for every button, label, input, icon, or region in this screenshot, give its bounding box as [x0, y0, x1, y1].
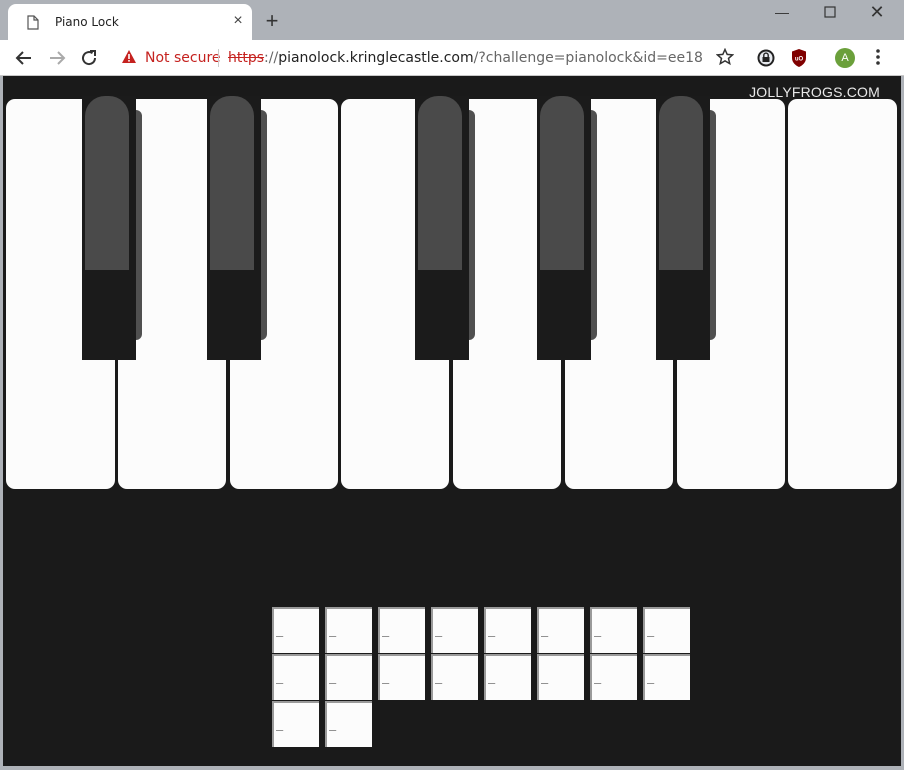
black-key-shadow [469, 110, 475, 340]
code-cell: _ [643, 607, 690, 653]
code-cell-value: _ [488, 670, 496, 684]
code-cell-value: _ [329, 670, 337, 684]
black-key[interactable] [415, 96, 475, 360]
brand-link[interactable]: JOLLYFROGS.COM [749, 84, 880, 100]
black-key-face [85, 96, 129, 270]
code-cell-value: _ [435, 623, 443, 637]
close-window-icon[interactable]: ✕ [855, 2, 899, 22]
code-cell-value: _ [329, 717, 337, 731]
black-key[interactable] [207, 96, 267, 360]
code-cell: _ [378, 654, 425, 700]
ublock-icon[interactable]: uO [789, 48, 809, 68]
profile-avatar[interactable]: A [835, 48, 855, 68]
code-cell-value: _ [329, 623, 337, 637]
piano-lock-page: JOLLYFROGS.COM _ _ _ _ _ _ _ _ _ _ _ _ _… [3, 76, 901, 766]
code-cell-value: _ [594, 670, 602, 684]
black-key-face [659, 96, 703, 270]
code-cell-value: _ [541, 623, 549, 637]
code-cell-value: _ [594, 623, 602, 637]
code-cell-value: _ [382, 670, 390, 684]
black-key[interactable] [82, 96, 142, 360]
white-key[interactable] [788, 99, 897, 489]
black-key-face [210, 96, 254, 270]
code-cell-value: _ [435, 670, 443, 684]
code-cell: _ [643, 654, 690, 700]
black-key-shadow [261, 110, 267, 340]
tab-close-icon[interactable]: × [230, 13, 246, 29]
code-cell: _ [325, 607, 372, 653]
black-key-shadow [710, 110, 716, 340]
code-cell: _ [431, 607, 478, 653]
code-cell-value: _ [276, 717, 284, 731]
security-status[interactable]: Not secure [145, 50, 221, 66]
url-scheme: https [228, 50, 265, 66]
reload-icon[interactable] [77, 46, 101, 70]
forward-arrow-icon[interactable] [45, 46, 69, 70]
code-cell-value: _ [276, 670, 284, 684]
code-cell: _ [590, 654, 637, 700]
black-key-face [418, 96, 462, 270]
warning-icon [122, 50, 136, 63]
code-cell: _ [272, 654, 319, 700]
minimize-icon[interactable]: — [760, 2, 804, 22]
code-cell-value: _ [382, 623, 390, 637]
tab-strip: Piano Lock × + — ✕ [0, 0, 904, 40]
black-key-face [540, 96, 584, 270]
code-cell-value: _ [488, 623, 496, 637]
code-cell-value: _ [541, 670, 549, 684]
avatar-initial: A [835, 48, 855, 68]
code-cell: _ [484, 654, 531, 700]
code-cell: _ [537, 607, 584, 653]
code-cell: _ [272, 607, 319, 653]
url-path: /?challenge=pianolock&id=ee18b620-87... [473, 50, 704, 66]
address-bar[interactable]: https://pianolock.kringlecastle.com/?cha… [228, 50, 704, 66]
tab-piano-lock[interactable]: Piano Lock × [8, 4, 252, 40]
back-arrow-icon[interactable] [12, 46, 36, 70]
svg-text:uO: uO [795, 57, 804, 63]
browser-window: Piano Lock × + — ✕ Not secure https://pi… [0, 0, 904, 770]
code-cell: _ [378, 607, 425, 653]
lock-extension-icon[interactable] [756, 48, 776, 68]
black-key[interactable] [656, 96, 716, 360]
url-separator: :// [264, 50, 279, 66]
code-cell: _ [484, 607, 531, 653]
tab-title: Piano Lock [55, 15, 119, 29]
maximize-icon[interactable] [808, 2, 852, 22]
document-icon [27, 15, 39, 30]
code-cell: _ [325, 701, 372, 747]
code-cell-value: _ [647, 623, 655, 637]
new-tab-button[interactable]: + [261, 10, 283, 33]
code-cell: _ [537, 654, 584, 700]
code-cell-value: _ [276, 623, 284, 637]
code-cell: _ [272, 701, 319, 747]
star-icon[interactable] [715, 47, 735, 68]
code-cell-value: _ [647, 670, 655, 684]
black-key-shadow [136, 110, 142, 340]
code-cell: _ [431, 654, 478, 700]
black-key[interactable] [537, 96, 597, 360]
url-host: pianolock.kringlecastle.com [278, 50, 474, 66]
toolbar: Not secure https://pianolock.kringlecast… [0, 40, 904, 76]
code-cell: _ [590, 607, 637, 653]
menu-dots-icon[interactable] [868, 48, 888, 68]
black-key-shadow [591, 110, 597, 340]
code-cell: _ [325, 654, 372, 700]
divider [218, 49, 219, 67]
